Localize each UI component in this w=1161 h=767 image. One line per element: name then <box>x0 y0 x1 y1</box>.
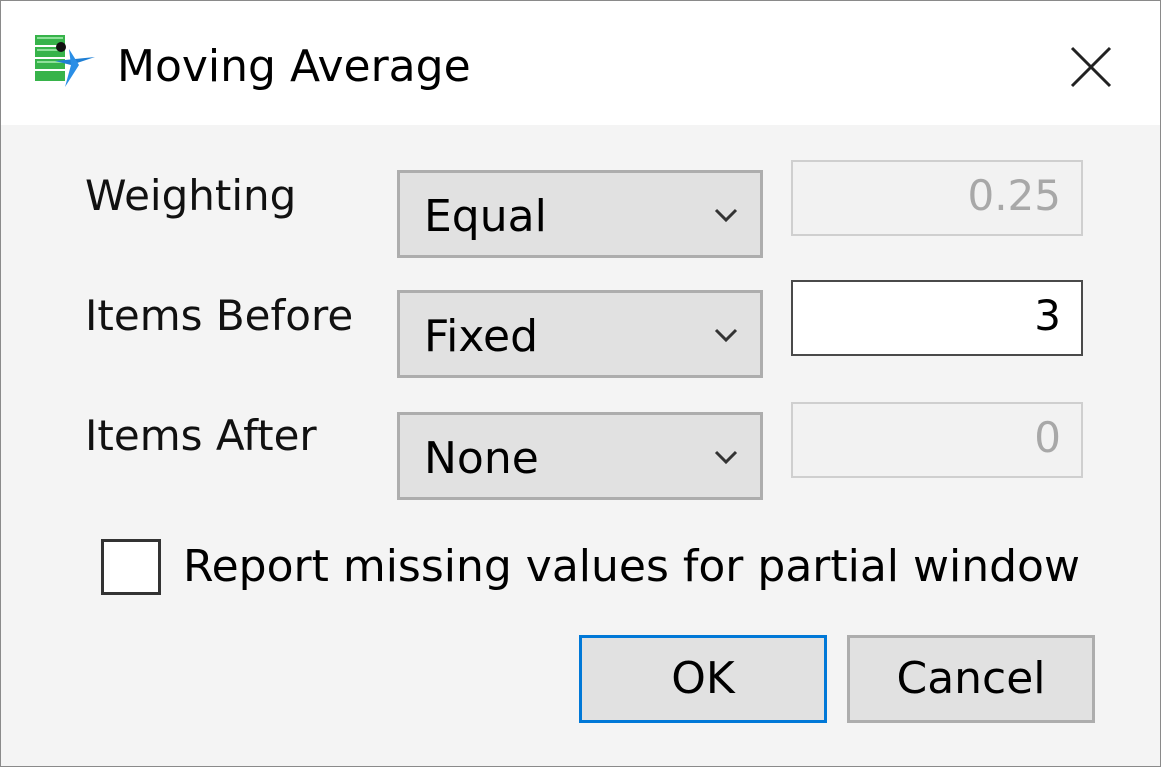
report-missing-checkbox[interactable] <box>101 539 161 595</box>
cancel-button[interactable]: Cancel <box>847 635 1095 723</box>
ok-button[interactable]: OK <box>579 635 827 723</box>
items-before-select[interactable]: Fixed <box>397 290 763 378</box>
weighting-label: Weighting <box>85 171 297 220</box>
items-after-value-field: 0 <box>791 402 1083 478</box>
report-missing-label[interactable]: Report missing values for partial window <box>183 541 1080 593</box>
moving-average-dialog: Moving Average Weighting Equal 0.25 Item… <box>0 0 1161 767</box>
weighting-value-field: 0.25 <box>791 160 1083 236</box>
items-before-label: Items Before <box>85 291 354 340</box>
items-after-label: Items After <box>85 411 317 460</box>
chevron-down-icon <box>714 208 738 223</box>
weighting-selected-value: Equal <box>424 191 547 242</box>
items-before-value-field[interactable]: 3 <box>791 280 1083 356</box>
title-bar: Moving Average <box>1 1 1160 125</box>
chevron-down-icon <box>714 450 738 465</box>
chevron-down-icon <box>714 328 738 343</box>
dialog-title: Moving Average <box>117 41 471 92</box>
close-icon[interactable] <box>1053 29 1129 105</box>
jmp-spreadsheet-icon <box>35 35 95 87</box>
items-after-selected-value: None <box>424 433 539 484</box>
items-after-select[interactable]: None <box>397 412 763 500</box>
items-before-selected-value: Fixed <box>424 311 539 362</box>
weighting-select[interactable]: Equal <box>397 170 763 258</box>
